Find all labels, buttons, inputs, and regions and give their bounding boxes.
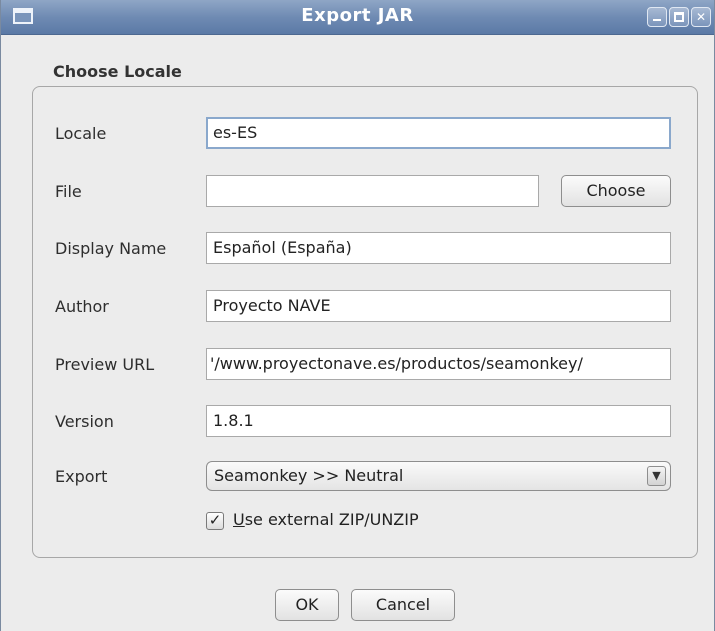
ok-button[interactable]: OK	[275, 589, 339, 621]
export-label: Export	[55, 467, 108, 486]
close-button[interactable]: ✕	[691, 7, 711, 27]
label-rest: se external ZIP/UNZIP	[244, 510, 419, 529]
author-label: Author	[55, 297, 109, 316]
minimize-icon	[648, 8, 666, 26]
use-external-zip-checkbox[interactable]: ✓	[206, 512, 224, 530]
title-bar[interactable]: Export JAR ✕	[1, 0, 714, 35]
preview-url-input[interactable]: '/www.proyectonave.es/productos/seamonke…	[206, 348, 671, 380]
locale-label: Locale	[55, 124, 107, 143]
cancel-button[interactable]: Cancel	[351, 589, 455, 621]
dropdown-arrow-icon[interactable]: ▼	[647, 466, 666, 486]
checkmark-icon: ✓	[208, 511, 222, 529]
file-label: File	[55, 182, 82, 201]
locale-input[interactable]: es-ES	[206, 117, 671, 149]
maximize-button[interactable]	[669, 7, 689, 27]
export-select[interactable]: Seamonkey >> Neutral ▼	[206, 461, 671, 491]
author-input[interactable]: Proyecto NAVE	[206, 290, 671, 322]
use-external-zip-label[interactable]: Use external ZIP/UNZIP	[233, 510, 419, 529]
window-title: Export JAR	[301, 5, 414, 26]
display-name-label: Display Name	[55, 239, 167, 258]
maximize-icon	[670, 8, 688, 26]
export-jar-dialog: Export JAR ✕ Choose Locale Locale es-ES …	[0, 0, 715, 631]
close-icon: ✕	[695, 10, 707, 24]
version-input[interactable]: 1.8.1	[206, 405, 671, 437]
file-input[interactable]	[206, 175, 539, 207]
display-name-input[interactable]: Español (España)	[206, 232, 671, 264]
group-title: Choose Locale	[53, 62, 182, 81]
preview-url-label: Preview URL	[55, 355, 155, 374]
export-selected-value: Seamonkey >> Neutral	[214, 466, 404, 485]
minimize-button[interactable]	[647, 7, 667, 27]
mnemonic-letter: U	[233, 510, 245, 529]
choose-button[interactable]: Choose	[561, 175, 671, 207]
version-label: Version	[55, 412, 114, 431]
